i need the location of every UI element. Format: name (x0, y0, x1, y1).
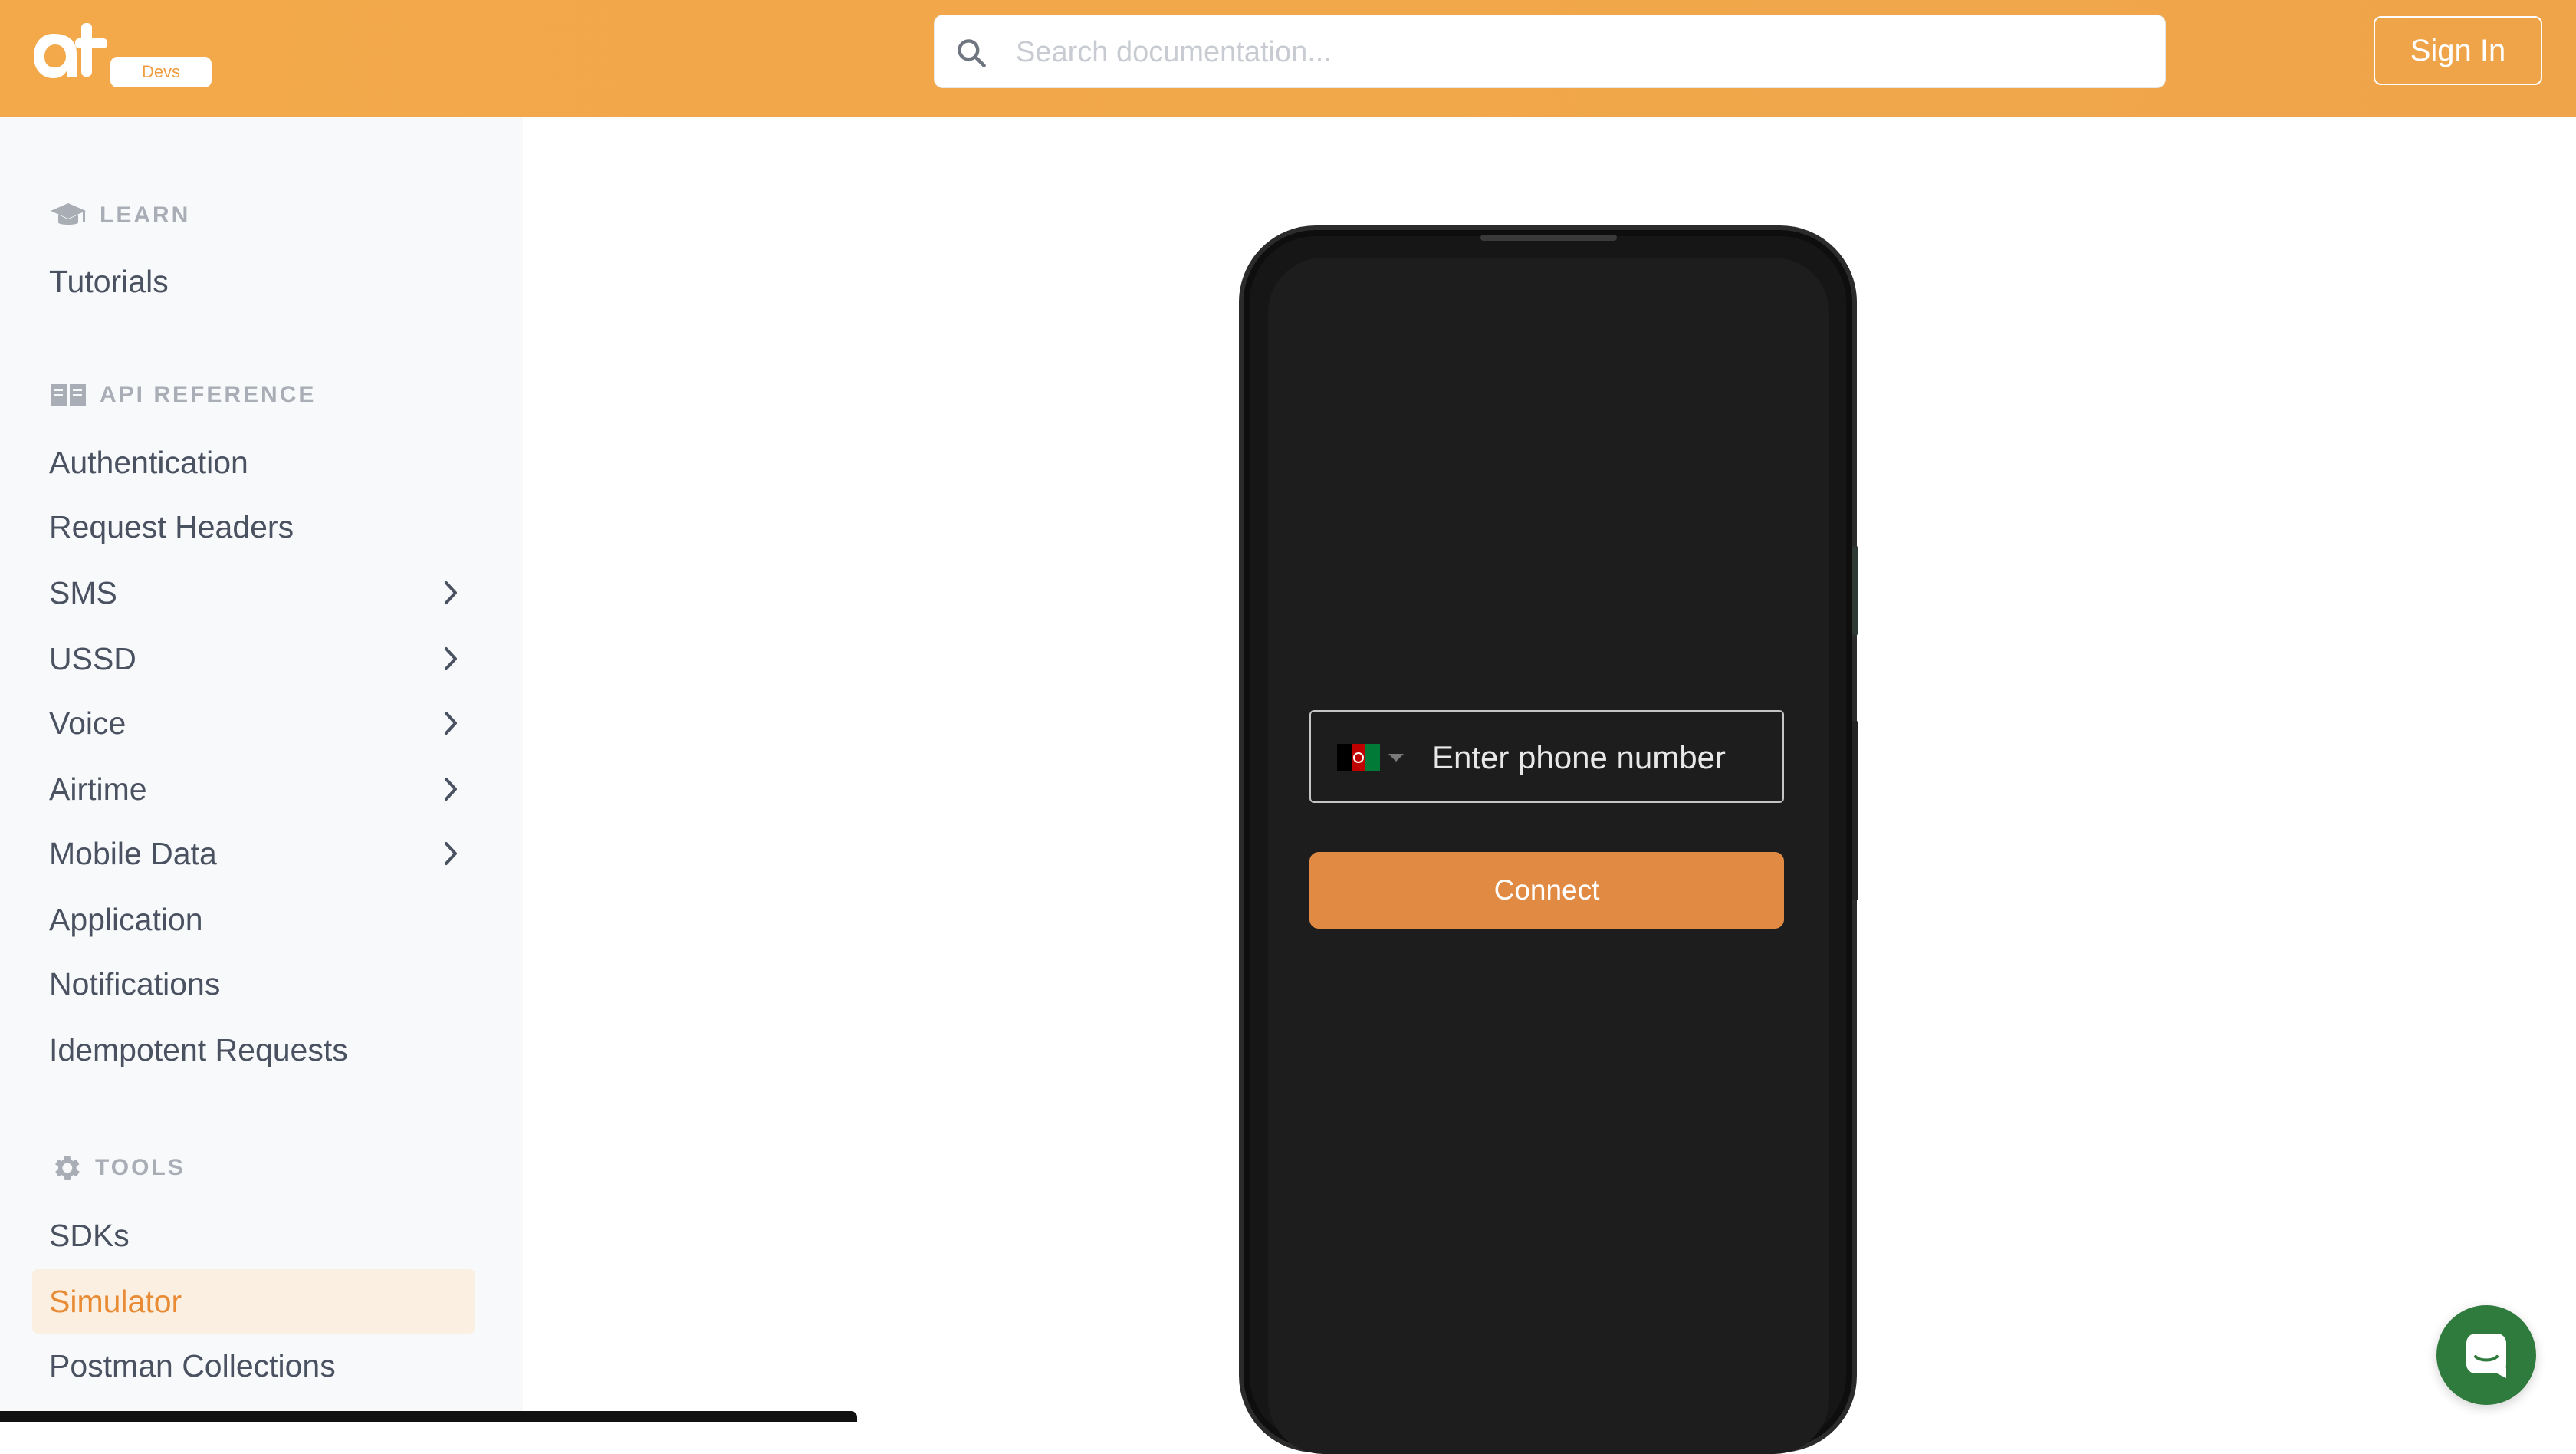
phone-speaker (1480, 235, 1617, 241)
search-icon (958, 39, 986, 67)
chat-icon (2466, 1334, 2506, 1378)
sidebar-item-mobile-data[interactable]: Mobile Data (32, 821, 475, 886)
sidebar-item-label: Notifications (49, 965, 221, 1002)
sidebar-item-sdks[interactable]: SDKs (32, 1203, 475, 1268)
sidebar-item-label: SMS (49, 574, 117, 610)
chevron-right-icon[interactable] (443, 777, 458, 801)
sidebar-item-postman-collections[interactable]: Postman Collections (32, 1334, 475, 1398)
sidebar-item-label: Mobile Data (49, 835, 217, 871)
phone-side-button (1852, 546, 1858, 635)
sidebar-item-label: Authentication (49, 444, 248, 480)
chevron-right-icon[interactable] (443, 841, 458, 866)
chevron-down-icon[interactable] (1388, 753, 1405, 762)
sidebar-item-notifications[interactable]: Notifications (32, 952, 475, 1016)
sidebar-item-label: Postman Collections (49, 1347, 336, 1383)
phone-number-field[interactable] (1309, 710, 1784, 803)
gear-icon (55, 1156, 80, 1180)
sidebar-item-label: Request Headers (49, 508, 294, 544)
graduation-cap-icon (51, 203, 86, 225)
section-label: API REFERENCE (100, 382, 317, 407)
sidebar-item-request-headers[interactable]: Request Headers (32, 495, 475, 559)
sidebar-item-sms[interactable]: SMS (32, 561, 475, 625)
sign-in-button[interactable]: Sign In (2374, 16, 2542, 85)
sidebar-item-idempotent-requests[interactable]: Idempotent Requests (32, 1018, 475, 1082)
sidebar-item-voice[interactable]: Voice (32, 691, 475, 755)
phone-number-input[interactable] (1432, 735, 1769, 781)
sidebar-item-label: Idempotent Requests (49, 1031, 348, 1067)
section-header-tools: TOOLS (49, 1153, 186, 1183)
sidebar-item-airtime[interactable]: Airtime (32, 757, 475, 821)
sidebar-item-label: Simulator (49, 1283, 182, 1319)
search-input[interactable] (1016, 29, 2143, 75)
sidebar-item-authentication[interactable]: Authentication (32, 430, 475, 495)
afghanistan-flag-icon[interactable] (1337, 744, 1380, 771)
section-label: LEARN (100, 202, 191, 228)
sidebar-item-tutorials[interactable]: Tutorials (32, 249, 475, 314)
section-header-learn: LEARN (49, 200, 190, 231)
connect-button[interactable]: Connect (1309, 852, 1784, 929)
phone-side-button (1852, 721, 1858, 900)
chevron-right-icon[interactable] (443, 646, 458, 671)
sidebar-item-label: Tutorials (49, 263, 169, 299)
at-logo-icon (34, 23, 107, 78)
chevron-right-icon[interactable] (443, 711, 458, 735)
section-header-api-reference: API REFERENCE (49, 380, 316, 410)
book-icon (51, 384, 86, 406)
sidebar-nav: LEARN Tutorials API REFERENCE Authentica… (0, 117, 523, 1422)
section-label: TOOLS (95, 1155, 186, 1180)
chevron-right-icon[interactable] (443, 581, 458, 605)
devs-badge: Devs (110, 57, 212, 87)
africastalking-logo[interactable]: Devs (31, 18, 212, 95)
sidebar-item-ussd[interactable]: USSD (32, 627, 475, 691)
sidebar-item-label: Airtime (49, 771, 147, 807)
sidebar-item-application[interactable]: Application (32, 887, 475, 952)
bottom-overlay-bar (0, 1411, 857, 1422)
sidebar-item-label: Application (49, 901, 203, 937)
search-bar[interactable] (934, 15, 2166, 88)
sidebar-item-label: Voice (49, 705, 127, 741)
sidebar-item-label: SDKs (49, 1217, 130, 1253)
chat-widget-button[interactable] (2436, 1305, 2536, 1405)
sidebar-item-simulator[interactable]: Simulator (32, 1269, 475, 1334)
top-header: Devs Sign In (0, 0, 2576, 117)
sidebar-item-label: USSD (49, 640, 136, 676)
